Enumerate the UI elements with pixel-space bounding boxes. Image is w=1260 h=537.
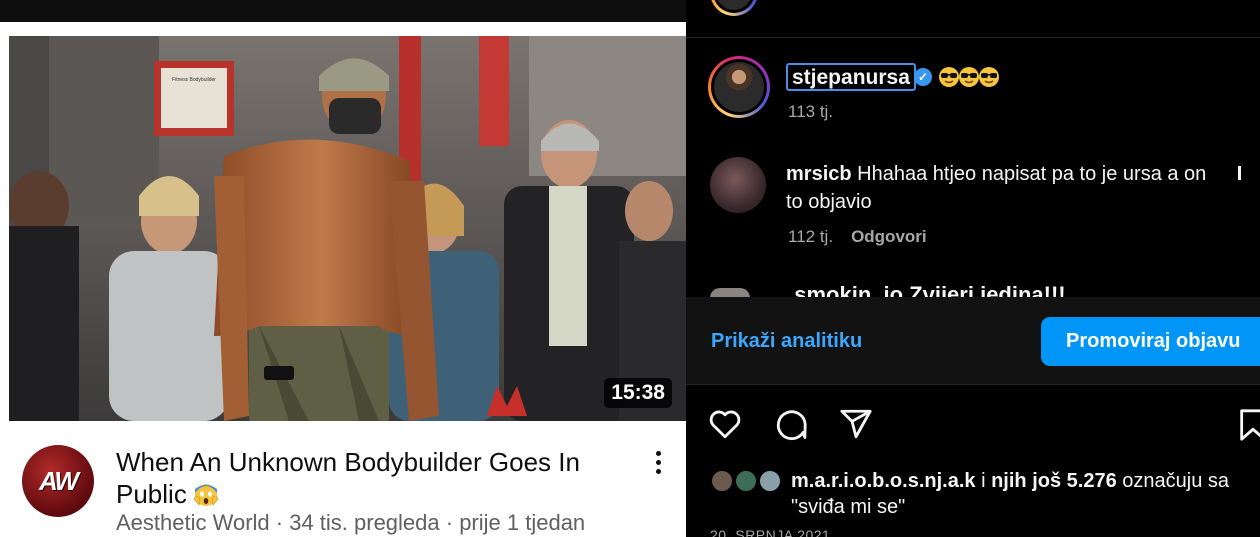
bookmark-icon[interactable]: [1238, 408, 1260, 442]
verified-icon: ✓: [914, 68, 932, 86]
view-insights-link[interactable]: Prikaži analitiku: [711, 330, 862, 353]
commenter-username[interactable]: mrsicb: [786, 163, 852, 185]
share-icon[interactable]: [839, 407, 873, 441]
previous-avatar: [710, 0, 758, 16]
liker-username[interactable]: m.a.r.i.o.b.o.s.nj.a.k: [791, 470, 976, 492]
thumbnail-sign-text: Fitness Bodybuilder: [172, 77, 216, 83]
author-avatar[interactable]: [708, 56, 770, 118]
channel-avatar-logo: AW: [39, 465, 79, 496]
likes-connector: i: [981, 470, 986, 492]
video-title[interactable]: When An Unknown Bodybuilder Goes In Publ…: [116, 446, 616, 510]
caption-age: 113 tj.: [788, 102, 834, 121]
comment-body: mrsicb Hhahaa htjeo napisat pa to je urs…: [786, 160, 1226, 216]
video-duration-badge: 15:38: [604, 378, 672, 408]
heart-icon[interactable]: [708, 408, 742, 440]
thumbnail-image: Fitness Bodybuilder: [9, 36, 686, 421]
liker-avatars: [710, 469, 782, 493]
more-vert-icon[interactable]: [648, 446, 668, 478]
channel-avatar[interactable]: AW: [22, 445, 94, 517]
youtube-video-card: Fitness Bodybuilder 15:38 AW When An Unk…: [0, 0, 686, 537]
video-metadata: Aesthetic World · 34 tis. pregleda · pri…: [116, 510, 586, 535]
comment-age: 112 tj.: [788, 227, 834, 246]
divider: [686, 37, 1260, 38]
commenter-avatar[interactable]: [710, 157, 766, 213]
video-thumbnail[interactable]: Fitness Bodybuilder 15:38: [9, 36, 686, 421]
screaming-face-emoji-icon: [193, 484, 219, 506]
like-comment-icon[interactable]: [1238, 166, 1241, 180]
yt-top-bar: [0, 0, 686, 22]
next-comment-clipped: _smokin_jo Zvijeri jedina!!!: [782, 282, 1066, 298]
instagram-post-panel: stjepanursa ✓ 😎😎😎 113 tj. mrsicb Hhahaa …: [686, 0, 1260, 537]
comment-icon[interactable]: [774, 407, 808, 441]
author-username[interactable]: stjepanursa: [786, 63, 916, 91]
sunglasses-emoji-icon: [939, 67, 959, 87]
post-date: 20. SRPNJA 2021: [710, 527, 831, 537]
comment-meta: 112 tj. Odgovori: [788, 227, 927, 247]
sunglasses-emoji-icon: [979, 67, 999, 87]
reply-button[interactable]: Odgovori: [851, 227, 927, 246]
likes-count[interactable]: njih još 5.276: [991, 470, 1117, 492]
caption-emoji-text: 😎😎😎: [686, 0, 687, 1]
promote-post-button[interactable]: Promoviraj objavu: [1041, 317, 1260, 366]
likes-summary: m.a.r.i.o.b.o.s.nj.a.k i njih još 5.276 …: [791, 468, 1260, 520]
divider: [686, 384, 1260, 385]
sunglasses-emoji-icon: [959, 67, 979, 87]
video-title-text: When An Unknown Bodybuilder Goes In Publ…: [116, 447, 580, 509]
